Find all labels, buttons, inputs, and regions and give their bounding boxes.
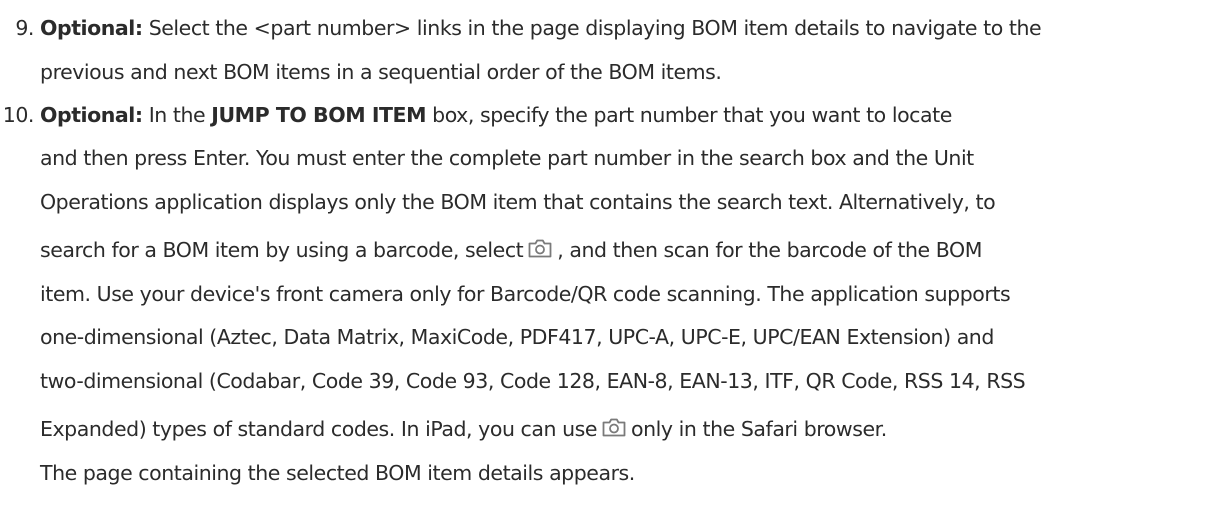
step-text: , and then scan for the barcode of the B…	[557, 238, 982, 262]
step-number: 10.	[2, 103, 35, 127]
camera-icon	[527, 237, 553, 259]
step-10-result: The page containing the selected BOM ite…	[40, 461, 635, 485]
step-9-line-2: previous and next BOM items in a sequent…	[40, 60, 722, 84]
step-10-line-4: search for a BOM item by using a barcode…	[40, 237, 982, 263]
step-10-line-2: and then press Enter. You must enter the…	[40, 146, 974, 170]
step-text: Select the <part number> links in the pa…	[142, 16, 1042, 40]
step-text: In the	[142, 103, 212, 127]
step-10-line-7: two-dimensional (Codabar, Code 39, Code …	[40, 369, 1026, 393]
optional-label: Optional:	[40, 103, 143, 127]
step-number: 9.	[15, 16, 34, 40]
step-10-line-8: Expanded) types of standard codes. In iP…	[40, 416, 887, 442]
step-text: Expanded) types of standard codes. In iP…	[40, 417, 598, 441]
step-10-line-6: one-dimensional (Aztec, Data Matrix, Max…	[40, 325, 994, 349]
step-10-line-1: Optional: In the JUMP TO BOM ITEM box, s…	[40, 102, 952, 128]
camera-icon	[601, 416, 627, 438]
step-10-line-5: item. Use your device's front camera onl…	[40, 282, 1011, 306]
step-text: search for a BOM item by using a barcode…	[40, 238, 524, 262]
step-10-line-3: Operations application displays only the…	[40, 190, 996, 214]
optional-label: Optional:	[40, 16, 143, 40]
document-body: 9. Optional: Select the <part number> li…	[0, 0, 1212, 505]
step-text: only in the Safari browser.	[631, 417, 887, 441]
jump-to-bom-item-label: JUMP TO BOM ITEM	[211, 103, 427, 127]
step-text: box, specify the part number that you wa…	[426, 103, 952, 127]
step-9-line-1: Optional: Select the <part number> links…	[40, 15, 1042, 41]
